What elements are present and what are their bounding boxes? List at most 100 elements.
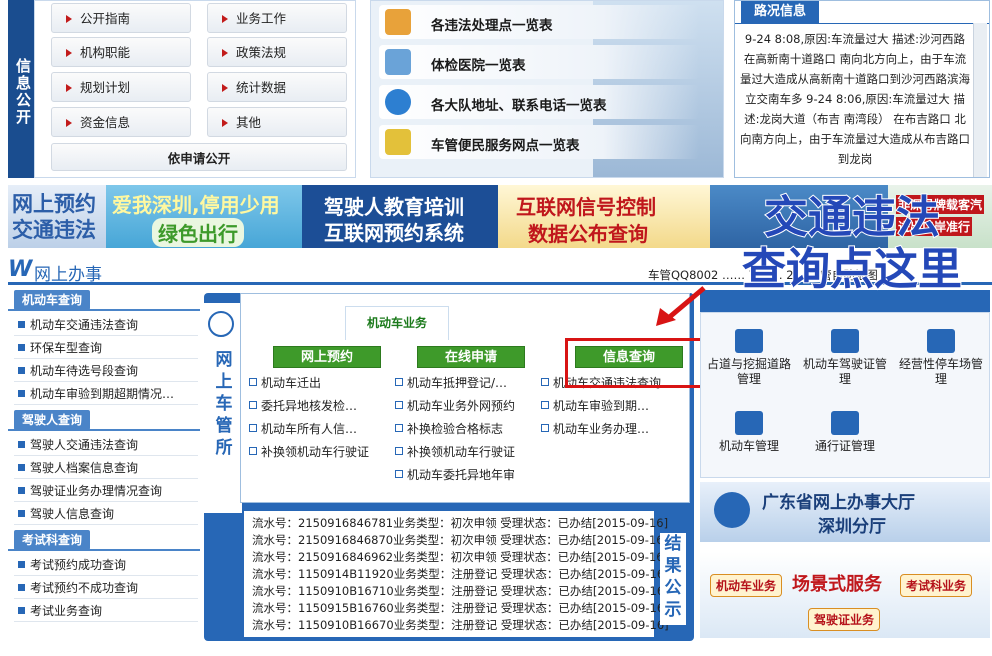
- menu-exam-business[interactable]: 考试业务查询: [14, 600, 198, 622]
- section-title: 网上办事: [34, 265, 102, 285]
- tab-license-business[interactable]: 驾驶证业务: [455, 306, 559, 340]
- divider: [735, 23, 989, 24]
- arrow-icon: [222, 84, 228, 92]
- arrow-icon: [66, 15, 72, 23]
- hall-logo-icon: [714, 492, 750, 528]
- menu-eco-type[interactable]: 环保车型查询: [14, 337, 198, 359]
- online-dmv-panel: 网上车管所 机动车业务 驾驶证业务 驾驶人考试业务 网上预约 在线申请 信息查询…: [204, 293, 715, 641]
- result-row: 流水号：2150916846962业务类型：初次申领 受理状态：已办结[2015…: [252, 550, 669, 564]
- info-public-panel: 公开指南 业务工作 机构职能 政策法规 规划计划 统计数据 资金信息 其他 依申…: [34, 0, 356, 178]
- banner-appointment[interactable]: 网上预约交通违法: [8, 185, 106, 248]
- result-row: 流水号：1150910B16670业务类型：注册登记 受理状态：已办结[2015…: [252, 618, 669, 632]
- link-inspection-label[interactable]: 补换检验合格标志: [393, 420, 503, 437]
- road-info-scrollbar[interactable]: [973, 23, 987, 177]
- menu-exam-success[interactable]: 考试预约成功查询: [14, 554, 198, 576]
- menu-driver-archive[interactable]: 驾驶人档案信息查询: [14, 457, 198, 479]
- road-info-text: 9-24 8:08,原因:车流量过大 描述:沙河西路 在高新南十道路口 南向北方…: [740, 32, 970, 166]
- menu-vehicle-violation[interactable]: 机动车交通违法查询: [14, 314, 198, 336]
- link-remote-annual[interactable]: 机动车委托异地年审: [393, 466, 515, 483]
- arrow-icon: [66, 119, 72, 127]
- business-box: 机动车业务 驾驶证业务 驾驶人考试业务 网上预约 在线申请 信息查询 机动车迁出…: [240, 293, 715, 503]
- info-btn-plan[interactable]: 规划计划: [51, 72, 191, 102]
- guangdong-hall-banner[interactable]: 广东省网上办事大厅 深圳分厅: [700, 482, 990, 542]
- link-remote-inspection[interactable]: 委托异地核发检…: [247, 397, 357, 414]
- scene-exam-button[interactable]: 考试科业务: [900, 574, 973, 597]
- hall-title: 广东省网上办事大厅: [762, 493, 915, 513]
- result-row: 流水号：1150910B16710业务类型：注册登记 受理状态：已办结[2015…: [252, 584, 669, 598]
- banner-signal-data[interactable]: 互联网信号控制 数据公布查询: [498, 185, 710, 248]
- section-header: 考试科查询: [14, 530, 91, 550]
- info-btn-stats[interactable]: 统计数据: [207, 72, 347, 102]
- arrow-icon: [66, 84, 72, 92]
- arrow-icon: [222, 15, 228, 23]
- result-row: 流水号：2150916846781业务类型：初次申领 受理状态：已办结[2015…: [252, 516, 669, 530]
- callout-annotation: 交通违法 查询点这里: [712, 191, 992, 308]
- link-business-status-query[interactable]: 机动车业务办理…: [539, 420, 649, 437]
- service-parking[interactable]: 经营性停车场管理: [895, 323, 987, 386]
- arrow-icon: [222, 119, 228, 127]
- menu-plate-range[interactable]: 机动车待选号段查询: [14, 360, 198, 382]
- vertical-label-box: 网上车管所: [204, 303, 242, 513]
- link-owner-info[interactable]: 机动车所有人信…: [247, 420, 357, 437]
- menu-driver-violation[interactable]: 驾驶人交通违法查询: [14, 434, 198, 456]
- list-brigades[interactable]: 各大队地址、联系电话一览表: [379, 85, 699, 119]
- info-btn-policy[interactable]: 政策法规: [207, 37, 347, 67]
- service-road-occupation[interactable]: 占道与挖掘道路管理: [703, 323, 795, 386]
- arrow-icon: [66, 49, 72, 57]
- result-row: 流水号：1150915B16760业务类型：注册登记 受理状态：已办结[2015…: [252, 601, 669, 615]
- service-vehicle-management[interactable]: 机动车管理: [703, 405, 795, 463]
- police-badge-icon: [208, 311, 234, 337]
- banner-green-travel[interactable]: 爱我深圳,停用少用 绿色出行: [106, 185, 302, 248]
- info-btn-funds[interactable]: 资金信息: [51, 107, 191, 137]
- apply-disclosure-button[interactable]: 依申请公开: [51, 143, 347, 171]
- online-dmv-label: 网上车管所: [215, 350, 233, 458]
- banner-driver-training[interactable]: 驾驶人教育培训 互联网预约系统: [302, 185, 498, 248]
- link-external-appointment[interactable]: 机动车业务外网预约: [393, 397, 515, 414]
- info-btn-org[interactable]: 机构职能: [51, 37, 191, 67]
- info-icon: [385, 89, 411, 115]
- menu-driver-info[interactable]: 驾驶人信息查询: [14, 503, 198, 525]
- link-reissue-license-2[interactable]: 补换领机动车行驶证: [393, 443, 515, 460]
- group-online-application[interactable]: 在线申请: [417, 346, 525, 368]
- scene-license-button[interactable]: 驾驶证业务: [808, 608, 881, 631]
- link-mortgage-registration[interactable]: 机动车抵押登记/…: [393, 374, 507, 391]
- scene-service-banner[interactable]: 机动车业务 场景式服务 考试科业务 驾驶证业务: [700, 552, 990, 638]
- list-hospitals[interactable]: 体检医院一览表: [379, 45, 699, 79]
- tab-vehicle-business[interactable]: 机动车业务: [345, 306, 449, 340]
- hall-subtitle: 深圳分厅: [818, 517, 886, 537]
- result-row: 流水号：1150914B11920业务类型：注册登记 受理状态：已办结[2015…: [252, 567, 669, 581]
- signpost-icon: [831, 329, 859, 353]
- info-btn-work[interactable]: 业务工作: [207, 3, 347, 33]
- road-info-tab[interactable]: 路况信息: [741, 1, 819, 23]
- link-reissue-license[interactable]: 补换领机动车行驶证: [247, 443, 369, 460]
- permit-icon: [831, 411, 859, 435]
- car-icon: [927, 329, 955, 353]
- list-violation-points[interactable]: 各违法处理点一览表: [379, 5, 699, 39]
- link-vehicle-transfer-out[interactable]: 机动车迁出: [247, 374, 321, 391]
- menu-exam-fail[interactable]: 考试预约不成功查询: [14, 577, 198, 599]
- service-driving-school[interactable]: 机动车驾驶证管理: [799, 323, 891, 386]
- arrow-icon: [222, 49, 228, 57]
- services-grid: 占道与挖掘道路管理 机动车驾驶证管理 经营性停车场管理 机动车管理 通行证管理: [700, 312, 990, 478]
- section-header: 机动车查询: [14, 290, 91, 310]
- menu-inspection-due[interactable]: 机动车审验到期超期情况…: [14, 383, 198, 405]
- bus-icon: [735, 411, 763, 435]
- scene-vehicle-button[interactable]: 机动车业务: [710, 574, 783, 597]
- w-logo-icon: W: [8, 257, 33, 282]
- top-section: 信息公开 公开指南 业务工作 机构职能 政策法规 规划计划 统计数据 资金信息 …: [0, 0, 992, 178]
- callout-line1: 交通违法: [763, 191, 941, 244]
- info-btn-other[interactable]: 其他: [207, 107, 347, 137]
- results-list: 流水号：2150916846781业务类型：初次申领 受理状态：已办结[2015…: [244, 511, 669, 637]
- computer-icon: [385, 49, 411, 75]
- building-icon: [735, 329, 763, 353]
- service-permit[interactable]: 通行证管理: [799, 405, 891, 463]
- group-online-appointment[interactable]: 网上预约: [273, 346, 381, 368]
- link-inspection-due-query[interactable]: 机动车审验到期…: [539, 397, 649, 414]
- traffic-light-icon: [385, 129, 411, 155]
- menu-license-status[interactable]: 驾驶证业务办理情况查询: [14, 480, 198, 502]
- highlight-frame: [565, 338, 715, 388]
- callout-line2: 查询点这里: [741, 243, 963, 296]
- results-label: 结果公示: [660, 533, 686, 625]
- list-service-points[interactable]: 车管便民服务网点一览表: [379, 125, 699, 159]
- info-btn-guide[interactable]: 公开指南: [51, 3, 191, 33]
